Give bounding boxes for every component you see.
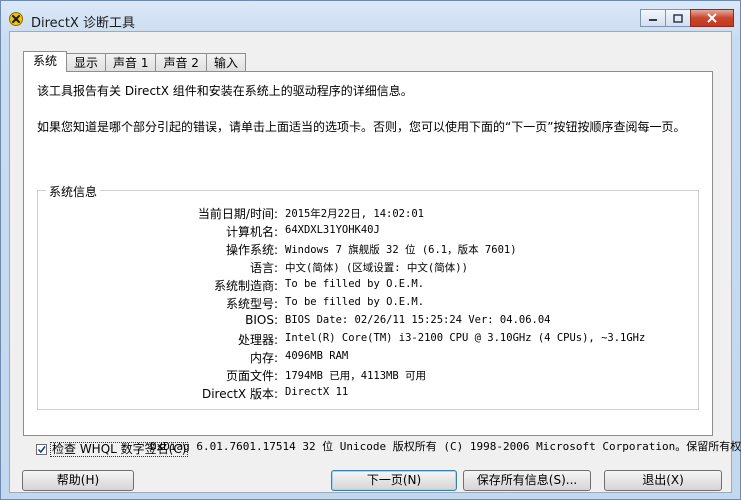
info-row-datetime: 当前日期/时间: 2015年2月22日, 14:02:01 bbox=[38, 205, 698, 223]
intro-text-1: 该工具报告有关 DirectX 组件和安装在系统上的驱动程序的详细信息。 bbox=[37, 84, 413, 98]
close-button[interactable] bbox=[690, 9, 734, 27]
tab-display[interactable]: 显示 bbox=[66, 53, 107, 72]
info-value: 1794MB 已用，4113MB 可用 bbox=[285, 370, 427, 382]
info-value: 64XDXL31YOHK40J bbox=[285, 224, 380, 236]
minimize-button[interactable] bbox=[640, 9, 666, 27]
window-controls bbox=[640, 9, 734, 27]
save-all-info-button[interactable]: 保存所有信息(S)... bbox=[463, 470, 591, 491]
info-row-computer-name: 计算机名: 64XDXL31YOHK40J bbox=[38, 223, 698, 241]
next-page-button[interactable]: 下一页(N) bbox=[331, 470, 457, 491]
whql-checkbox[interactable] bbox=[36, 444, 47, 455]
help-button[interactable]: 帮助(H) bbox=[22, 470, 134, 491]
checkmark-icon bbox=[37, 446, 46, 454]
tab-sound-1[interactable]: 声音 1 bbox=[105, 53, 157, 72]
whql-label[interactable]: 检查 WHQL 数字签名(C) bbox=[50, 442, 189, 457]
info-label: DirectX 版本: bbox=[201, 387, 278, 401]
system-tab-panel: 该工具报告有关 DirectX 组件和安装在系统上的驱动程序的详细信息。 如果您… bbox=[23, 71, 713, 457]
info-row-os: 操作系统: Windows 7 旗舰版 32 位 (6.1，版本 7601) bbox=[38, 241, 698, 259]
maximize-icon bbox=[673, 13, 683, 23]
info-value: 4096MB RAM bbox=[285, 350, 349, 362]
tab-system[interactable]: 系统 bbox=[23, 51, 68, 72]
dialog-client-area: 系统 显示 声音 1 声音 2 输入 该工具报告有关 DirectX 组件和安装… bbox=[9, 31, 741, 493]
info-value: To be filled by O.E.M. bbox=[285, 278, 425, 290]
intro-text-2: 如果您知道是哪个部分引起的错误，请单击上面适当的选项卡。否则，您可以使用下面的“… bbox=[37, 120, 686, 134]
info-value: 2015年2月22日, 14:02:01 bbox=[285, 208, 424, 220]
info-label: 语言: bbox=[249, 261, 278, 275]
system-info-group: 系统信息 当前日期/时间: 2015年2月22日, 14:02:01 计算机名:… bbox=[37, 183, 699, 410]
info-value: To be filled by O.E.M. bbox=[285, 296, 425, 308]
maximize-button[interactable] bbox=[665, 9, 691, 27]
tab-sound-2[interactable]: 声音 2 bbox=[155, 53, 207, 72]
info-label: BIOS: bbox=[245, 313, 278, 327]
info-label: 内存: bbox=[249, 351, 278, 365]
info-row-language: 语言: 中文(简体) (区域设置: 中文(简体)) bbox=[38, 259, 698, 277]
exit-button[interactable]: 退出(X) bbox=[604, 470, 722, 491]
tab-input[interactable]: 输入 bbox=[205, 53, 246, 72]
info-row-processor: 处理器: Intel(R) Core(TM) i3-2100 CPU @ 3.1… bbox=[38, 331, 698, 349]
info-row-bios: BIOS: BIOS Date: 02/26/11 15:25:24 Ver: … bbox=[38, 313, 698, 331]
window-title: DirectX 诊断工具 bbox=[31, 16, 135, 31]
info-row-memory: 内存: 4096MB RAM bbox=[38, 349, 698, 367]
info-value: BIOS Date: 02/26/11 15:25:24 Ver: 04.06.… bbox=[285, 314, 551, 326]
info-row-model: 系统型号: To be filled by O.E.M. bbox=[38, 295, 698, 313]
copyright-text: DxDiag 6.01.7601.17514 32 位 Unicode 版权所有… bbox=[150, 440, 741, 453]
system-info-legend: 系统信息 bbox=[46, 183, 101, 200]
info-row-page-file: 页面文件: 1794MB 已用，4113MB 可用 bbox=[38, 367, 698, 385]
close-icon bbox=[707, 13, 717, 23]
info-value: DirectX 11 bbox=[285, 386, 349, 398]
whql-check-option[interactable]: 检查 WHQL 数字签名(C) bbox=[36, 442, 189, 457]
info-label: 系统制造商: bbox=[213, 279, 278, 293]
info-label: 页面文件: bbox=[225, 369, 278, 383]
info-row-directx-version: DirectX 版本: DirectX 11 bbox=[38, 385, 698, 403]
tab-strip: 系统 显示 声音 1 声音 2 输入 bbox=[23, 51, 246, 72]
info-label: 处理器: bbox=[237, 333, 278, 347]
info-value: 中文(简体) (区域设置: 中文(简体)) bbox=[285, 262, 468, 274]
info-label: 计算机名: bbox=[225, 225, 278, 239]
info-label: 当前日期/时间: bbox=[197, 207, 278, 221]
directx-diagnostic-window: DirectX 诊断工具 系统 显示 声音 1 声音 2 输入 该工具报告有关 … bbox=[0, 0, 741, 500]
directx-app-icon bbox=[9, 12, 23, 26]
info-label: 操作系统: bbox=[225, 243, 278, 257]
title-bar[interactable]: DirectX 诊断工具 bbox=[1, 1, 740, 31]
minimize-icon bbox=[649, 19, 657, 21]
info-label: 系统型号: bbox=[225, 297, 278, 311]
info-row-manufacturer: 系统制造商: To be filled by O.E.M. bbox=[38, 277, 698, 295]
info-value: Intel(R) Core(TM) i3-2100 CPU @ 3.10GHz … bbox=[285, 332, 646, 344]
info-value: Windows 7 旗舰版 32 位 (6.1，版本 7601) bbox=[285, 244, 517, 256]
